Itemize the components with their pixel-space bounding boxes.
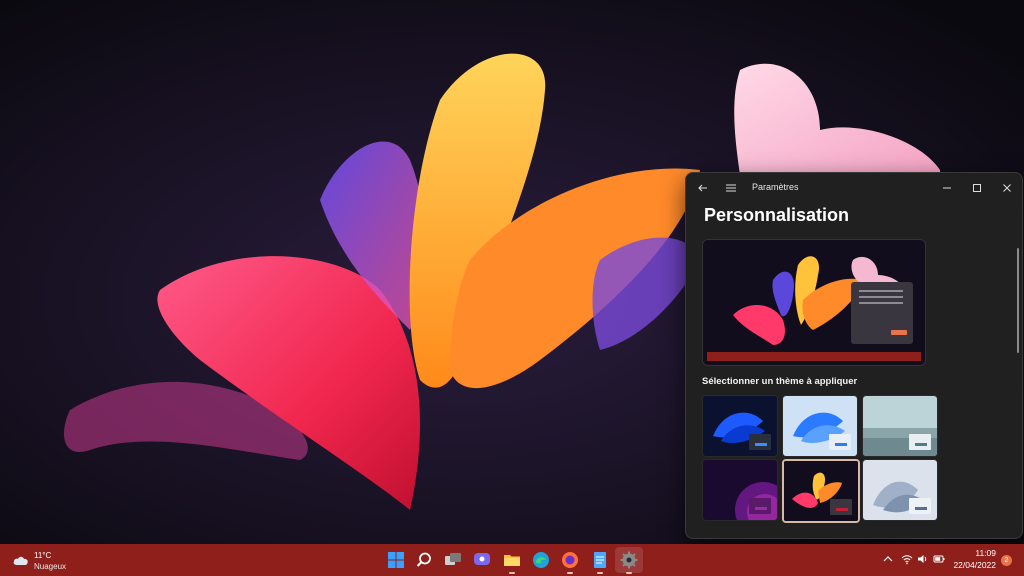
battery-icon [933, 555, 945, 563]
running-indicator [626, 572, 632, 574]
firefox-icon [562, 552, 578, 568]
task-view-button[interactable] [443, 550, 463, 570]
start-button[interactable] [386, 550, 406, 570]
weather-temperature: 11°C [34, 551, 52, 560]
navigation-menu-button[interactable] [720, 177, 742, 199]
maximize-button[interactable] [966, 177, 988, 199]
theme-section-label: Sélectionner un thème à appliquer [702, 376, 858, 387]
running-indicator [567, 572, 573, 574]
maximize-icon [973, 184, 981, 192]
window-title: Paramètres [752, 182, 799, 192]
network-button[interactable] [900, 552, 914, 566]
theme-glow-landscape[interactable] [862, 395, 938, 457]
search-button[interactable] [414, 550, 434, 570]
theme-flow-selected[interactable] [782, 459, 860, 523]
clock-time[interactable]: 11:09 [975, 548, 996, 558]
settings-app-button[interactable] [615, 547, 643, 574]
settings-icon [620, 551, 638, 569]
notepad-button[interactable] [590, 550, 610, 574]
theme-windows-dark[interactable] [702, 395, 778, 457]
file-explorer-icon [504, 555, 520, 566]
running-indicator [509, 572, 515, 574]
minimize-button[interactable] [936, 177, 958, 199]
cloud-icon [13, 556, 28, 565]
scrollbar[interactable] [1017, 248, 1019, 353]
volume-button[interactable] [916, 552, 930, 566]
page-title: Personnalisation [704, 205, 850, 225]
weather-widget[interactable]: 11°C Nuageux [12, 549, 82, 573]
back-arrow-icon [698, 184, 707, 192]
theme-captured-motion[interactable] [702, 459, 778, 521]
notepad-icon [594, 552, 606, 568]
settings-window: Paramètres Personnalisation Sélectionner… [685, 172, 1023, 539]
chat-icon [474, 553, 490, 565]
clock-date[interactable]: 22/04/2022 [953, 560, 996, 570]
edge-icon [533, 552, 549, 568]
battery-button[interactable] [932, 552, 946, 566]
speaker-icon [918, 555, 927, 563]
theme-sunrise[interactable] [862, 459, 938, 521]
wifi-icon [901, 555, 913, 565]
chevron-up-icon [883, 556, 893, 562]
theme-windows-light[interactable] [782, 395, 858, 457]
taskbar: 11°C Nuageux 11:09 22/04/2022 2 [0, 544, 1024, 576]
hamburger-icon [726, 184, 736, 192]
task-view-icon [445, 553, 461, 565]
firefox-button[interactable] [560, 550, 580, 574]
title-bar[interactable]: Paramètres [686, 173, 1022, 203]
minimize-icon [943, 187, 951, 189]
close-icon [1003, 184, 1011, 192]
back-button[interactable] [692, 177, 714, 199]
theme-preview [702, 239, 926, 366]
edge-button[interactable] [531, 550, 551, 570]
start-icon [388, 552, 404, 568]
running-indicator [597, 572, 603, 574]
notification-badge[interactable]: 2 [1001, 555, 1012, 566]
weather-condition: Nuageux [34, 562, 67, 571]
chat-button[interactable] [472, 550, 492, 570]
file-explorer-button[interactable] [502, 550, 522, 574]
close-button[interactable] [996, 177, 1018, 199]
search-icon [416, 552, 431, 567]
show-hidden-icons-button[interactable] [881, 552, 895, 566]
